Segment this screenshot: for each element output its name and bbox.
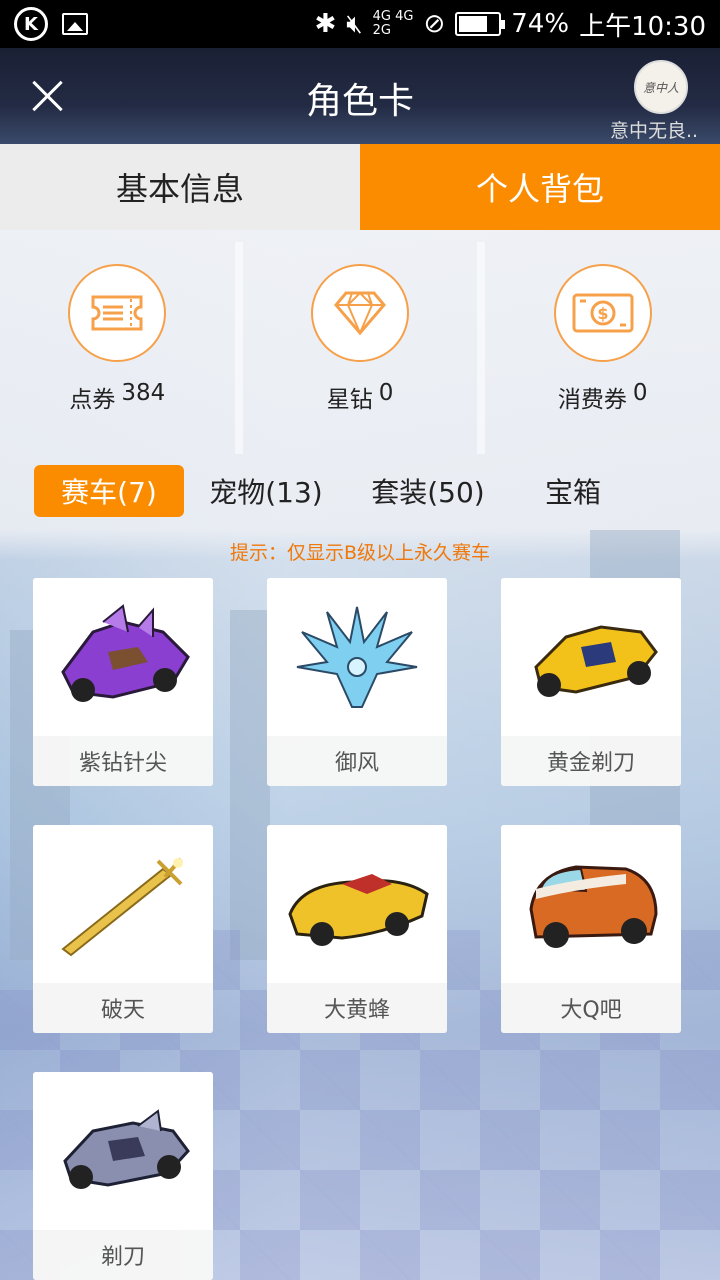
tab-pets[interactable]: 宠物(13) [184, 465, 348, 517]
banknote-icon: $ [553, 264, 652, 362]
item-name: 御风 [267, 736, 447, 786]
currency-value: 0 [378, 380, 394, 406]
no-sim-icon: ⊘ [423, 9, 446, 39]
item-card[interactable]: 破天 [33, 825, 213, 1033]
silver-kart-icon [33, 1072, 213, 1230]
yellow-car-icon [267, 825, 447, 983]
tab-cars[interactable]: 赛车(7) [34, 465, 184, 517]
k-app-icon: K [14, 7, 48, 41]
status-bar: K ✱ 🔇︎ 4G 4G 2G ⊘ 74% 上午10:30 [0, 0, 720, 48]
tip-text: 提示：仅显示B级以上永久赛车 [229, 542, 491, 564]
item-card[interactable]: 剃刀 [33, 1072, 213, 1280]
battery-icon [455, 12, 506, 36]
item-name: 紫钻针尖 [33, 736, 213, 786]
currency-name: 消费券 [557, 387, 627, 413]
bluetooth-icon: ✱ [314, 9, 337, 39]
currency-xiaofeiquan: $ 消费券 0 [477, 242, 720, 454]
mute-icon: 🔇︎ [346, 8, 363, 39]
orange-van-icon [501, 825, 681, 983]
app-header: 角色卡 意中人 意中无良.. [0, 48, 720, 144]
avatar[interactable]: 意中人 [634, 60, 688, 114]
tab-basic-info[interactable]: 基本信息 [0, 144, 360, 230]
main-tabs: 基本信息 个人背包 [0, 144, 720, 230]
currency-name: 星钻 [326, 387, 373, 413]
tab-chests[interactable]: 宝箱 [508, 465, 638, 517]
item-name: 破天 [33, 983, 213, 1033]
gold-kart-icon [501, 578, 681, 736]
tab-personal-bag[interactable]: 个人背包 [360, 144, 720, 230]
currency-dianquan: 点券 384 [0, 242, 235, 454]
currency-xingzuan: 星钻 0 [234, 242, 478, 454]
item-name: 大Q吧 [501, 983, 681, 1033]
item-name: 黄金剃刀 [501, 736, 681, 786]
currency-panel: 点券 384 星钻 0 $ 消费券 0 [0, 242, 720, 454]
image-notification-icon [62, 13, 88, 35]
svg-text:$: $ [597, 304, 608, 323]
currency-value: 0 [632, 380, 648, 406]
diamond-icon [311, 264, 409, 362]
item-card[interactable]: 大黄蜂 [267, 825, 447, 1033]
clock: 上午10:30 [579, 11, 706, 42]
user-name[interactable]: 意中无良.. [610, 116, 714, 143]
golden-sword-icon [33, 825, 213, 983]
purple-kart-icon [33, 578, 213, 736]
battery-percent: 74% [511, 9, 570, 39]
item-name: 剃刀 [33, 1230, 213, 1280]
ticket-icon [68, 264, 167, 362]
item-card[interactable]: 黄金剃刀 [501, 578, 681, 786]
item-name: 大黄蜂 [267, 983, 447, 1033]
category-tabs: 赛车(7) 宠物(13) 套装(50) 宝箱 [34, 464, 694, 518]
tab-outfits[interactable]: 套装(50) [348, 465, 508, 517]
currency-name: 点券 [69, 387, 116, 413]
ice-wing-icon [267, 578, 447, 736]
currency-value: 384 [121, 380, 166, 406]
item-card[interactable]: 大Q吧 [501, 825, 681, 1033]
item-card[interactable]: 御风 [267, 578, 447, 786]
signal-icon: 4G 4G 2G [372, 9, 414, 38]
item-card[interactable]: 紫钻针尖 [33, 578, 213, 786]
